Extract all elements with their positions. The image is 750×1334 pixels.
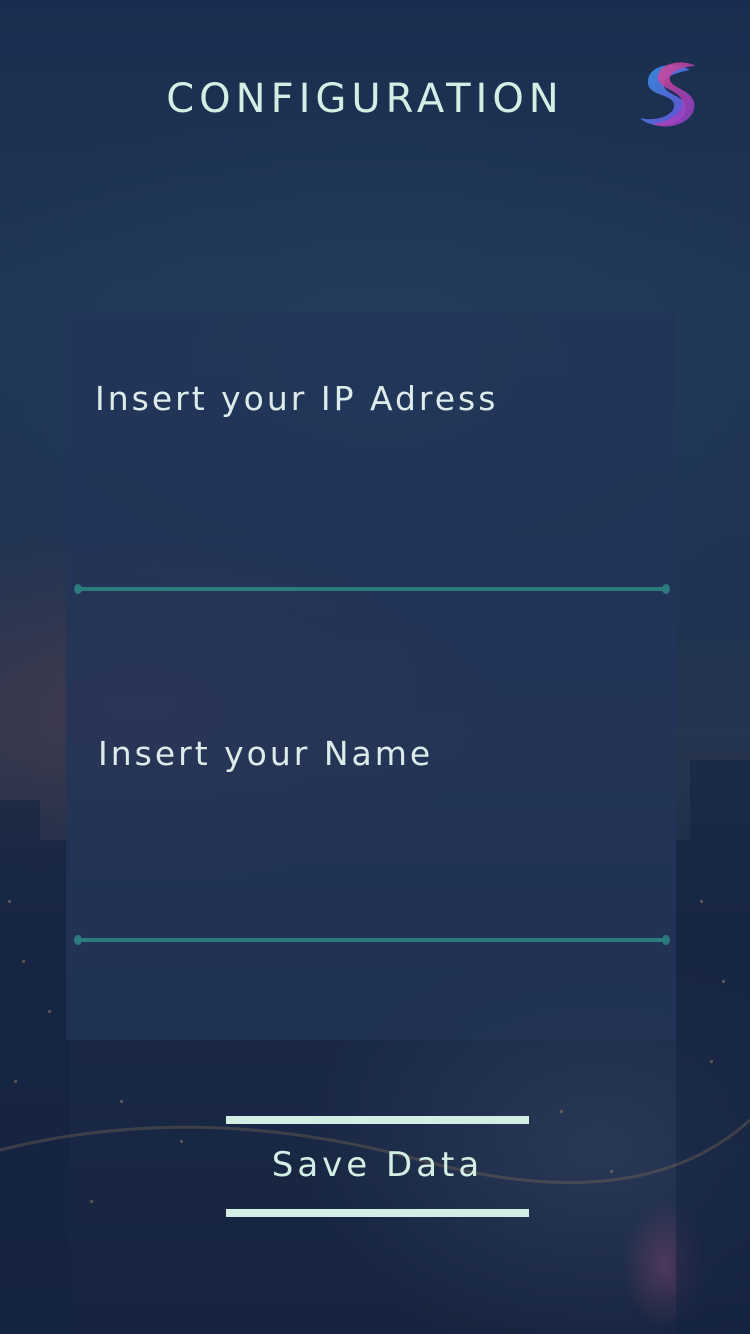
ip-address-input[interactable] bbox=[80, 533, 666, 577]
save-data-button[interactable]: Save Data bbox=[226, 1116, 529, 1218]
page-title: CONFIGURATION bbox=[166, 76, 564, 122]
ip-address-underline bbox=[74, 584, 670, 594]
save-button-bottom-border bbox=[226, 1209, 529, 1217]
configuration-form-panel: Insert your IP Adress Insert your Name bbox=[66, 313, 676, 1040]
name-input[interactable] bbox=[80, 883, 666, 927]
save-button-label: Save Data bbox=[271, 1145, 484, 1185]
ip-address-label: Insert your IP Adress bbox=[95, 379, 499, 418]
save-button-top-border bbox=[226, 1116, 529, 1124]
swirl-s-logo-icon bbox=[632, 60, 700, 132]
name-label: Insert your Name bbox=[98, 734, 434, 773]
name-underline bbox=[74, 935, 670, 945]
